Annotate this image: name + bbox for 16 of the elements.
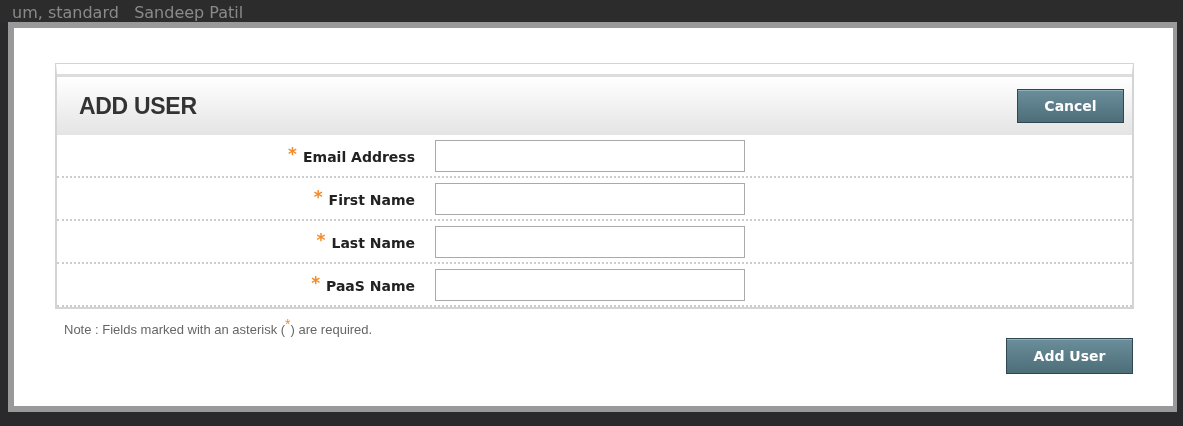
dialog-title: ADD USER [79, 92, 197, 120]
input-field[interactable] [435, 182, 745, 215]
input-field[interactable] [435, 268, 745, 301]
input-field[interactable] [435, 225, 745, 258]
required-asterisk: * [288, 146, 297, 161]
required-asterisk: * [313, 189, 323, 204]
cancel-button[interactable]: Cancel [1017, 89, 1124, 123]
field-label: Last Name [331, 234, 415, 251]
input-field[interactable] [435, 139, 745, 172]
add-user-button[interactable]: Add User [1006, 338, 1133, 375]
field-label: First Name [328, 191, 415, 208]
field-label: Email Address [303, 148, 415, 165]
required-asterisk: * [311, 275, 320, 290]
background-page-text: um, standard Sandeep Patil [12, 4, 244, 22]
required-asterisk: * [316, 232, 326, 247]
field-label: PaaS Name [326, 277, 415, 294]
